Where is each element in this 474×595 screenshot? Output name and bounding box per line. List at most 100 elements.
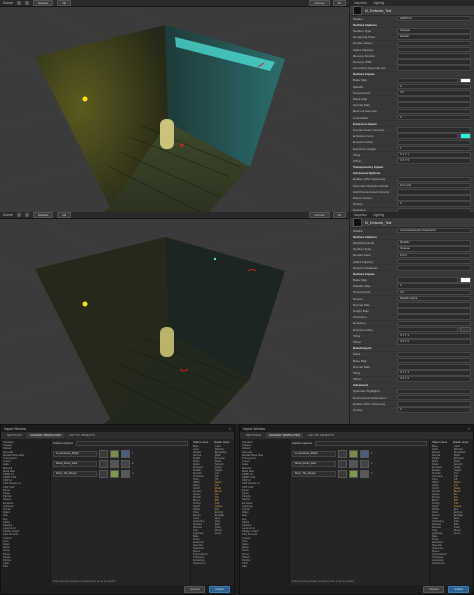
property-value[interactable]: X 1 Y 1 [397, 151, 471, 158]
property-value[interactable]: From AO [397, 182, 471, 189]
hand-tool-icon[interactable] [16, 1, 21, 5]
shading-mode-dropdown[interactable]: Shaded [32, 212, 54, 218]
property-value[interactable] [397, 258, 471, 265]
material-name-field[interactable]: Floor_Tile_Rough [53, 470, 97, 477]
property-value[interactable]: Front [397, 252, 471, 259]
property-value[interactable] [397, 195, 471, 201]
property-value[interactable] [397, 401, 471, 407]
property-value[interactable] [397, 363, 471, 370]
move-tool-icon[interactable] [24, 1, 29, 5]
object-item[interactable]: Iridescence [432, 562, 451, 565]
texture-slot[interactable] [360, 459, 369, 468]
texture-slot[interactable] [121, 449, 130, 458]
gizmos-dropdown[interactable]: Gizmos [309, 0, 330, 6]
texture-slot[interactable] [338, 459, 347, 468]
import-button[interactable]: Import [448, 586, 469, 593]
material-name-field[interactable]: Lit_Emissive_Bright [292, 450, 336, 457]
property-value[interactable] [397, 59, 471, 65]
property-value[interactable] [397, 46, 471, 53]
property-value[interactable] [397, 302, 471, 308]
shader-prop-item[interactable]: _Aniso [214, 532, 233, 535]
texture-slot[interactable] [360, 469, 369, 478]
property-value[interactable]: X 1 Y 1 [397, 370, 471, 376]
property-value[interactable]: X 0 Y 0 [397, 376, 471, 382]
texture-slot[interactable] [99, 459, 108, 468]
property-value[interactable]: 0 [397, 407, 471, 413]
property-value[interactable]: 1 [397, 145, 471, 152]
hand-tool-icon[interactable] [16, 213, 21, 217]
shader-dropdown[interactable]: HDRP/Lit [397, 15, 471, 22]
property-value[interactable] [397, 52, 471, 59]
color-swatch[interactable] [460, 326, 471, 333]
lighting-tab[interactable]: Lighting [373, 1, 384, 5]
material-name-field[interactable]: Metal_Panel_Dark [53, 460, 97, 467]
property-value[interactable]: Opaque [397, 246, 471, 252]
property-value[interactable] [397, 40, 471, 47]
texture-slot[interactable] [110, 459, 119, 468]
tab-settings[interactable]: SETTINGS [4, 433, 25, 438]
color-swatch[interactable] [460, 77, 471, 84]
property-value[interactable]: X 0 Y 0 [397, 339, 471, 345]
property-value[interactable] [397, 96, 471, 102]
scene-tab[interactable]: Scene [3, 1, 13, 5]
package-field[interactable] [315, 440, 427, 446]
inspector-tab[interactable]: Inspector [354, 213, 367, 217]
property-value[interactable] [397, 133, 458, 139]
property-value[interactable]: X 1 Y 1 [397, 332, 471, 339]
tab-list-of-objects[interactable]: LIST OF OBJECTS [66, 433, 98, 438]
property-value[interactable]: 0.5 [397, 90, 471, 96]
close-icon[interactable]: × [229, 426, 231, 431]
property-value[interactable] [397, 351, 471, 358]
material-name-field[interactable]: Floor_Tile_Rough [292, 470, 336, 477]
color-swatch[interactable] [460, 133, 471, 139]
texture-slot[interactable] [110, 449, 119, 458]
property-value[interactable]: 0 [397, 114, 471, 121]
property-value[interactable] [397, 65, 471, 71]
import-button[interactable]: Import [209, 586, 230, 593]
texture-slot[interactable] [349, 469, 358, 478]
texture-slot[interactable] [121, 459, 130, 468]
package-field[interactable] [76, 440, 188, 446]
list-item[interactable]: Skin [242, 565, 287, 568]
property-value[interactable] [397, 320, 471, 327]
search-filter[interactable]: All [332, 0, 346, 6]
property-value[interactable] [397, 77, 458, 84]
object-item[interactable]: Iridescence [193, 562, 212, 565]
2d-toggle[interactable]: 2D [57, 212, 72, 218]
property-value[interactable]: Default [397, 34, 471, 40]
property-value[interactable] [397, 108, 471, 115]
shading-mode-dropdown[interactable]: Shaded [32, 0, 54, 6]
property-value[interactable] [397, 102, 471, 109]
property-value[interactable] [397, 388, 471, 395]
property-value[interactable] [397, 189, 471, 195]
property-value[interactable]: Opaque [397, 28, 471, 34]
texture-slot[interactable] [338, 449, 347, 458]
texture-slot[interactable] [110, 469, 119, 478]
property-value[interactable]: Metallic [397, 240, 471, 246]
close-icon[interactable]: × [468, 426, 470, 431]
property-value[interactable]: 0 [397, 83, 471, 90]
property-value[interactable]: 0.5 [397, 289, 471, 296]
tab-shader-templates[interactable]: SHADER TEMPLATES [266, 433, 303, 438]
cancel-button[interactable]: Cancel [184, 586, 206, 593]
texture-slot[interactable] [338, 469, 347, 478]
color-swatch[interactable] [460, 277, 471, 283]
property-value[interactable] [397, 139, 471, 146]
property-value[interactable] [397, 357, 471, 364]
lighting-tab[interactable]: Lighting [373, 213, 384, 217]
property-value[interactable] [397, 277, 458, 283]
property-value[interactable]: 0 [397, 201, 471, 208]
texture-slot[interactable] [99, 469, 108, 478]
property-value[interactable]: Metallic Alpha [397, 295, 471, 302]
property-value[interactable] [397, 127, 471, 133]
property-value[interactable] [397, 176, 471, 183]
scene-view-top[interactable] [0, 7, 349, 212]
tab-shader-templates[interactable]: SHADER TEMPLATES [27, 433, 64, 438]
tab-list-of-objects[interactable]: LIST OF OBJECTS [305, 433, 337, 438]
property-value[interactable] [397, 326, 458, 333]
property-value[interactable] [397, 394, 471, 401]
cancel-button[interactable]: Cancel [423, 586, 445, 593]
texture-slot[interactable] [121, 469, 130, 478]
shader-prop-item[interactable]: _Aniso [453, 532, 472, 535]
texture-slot[interactable] [349, 449, 358, 458]
